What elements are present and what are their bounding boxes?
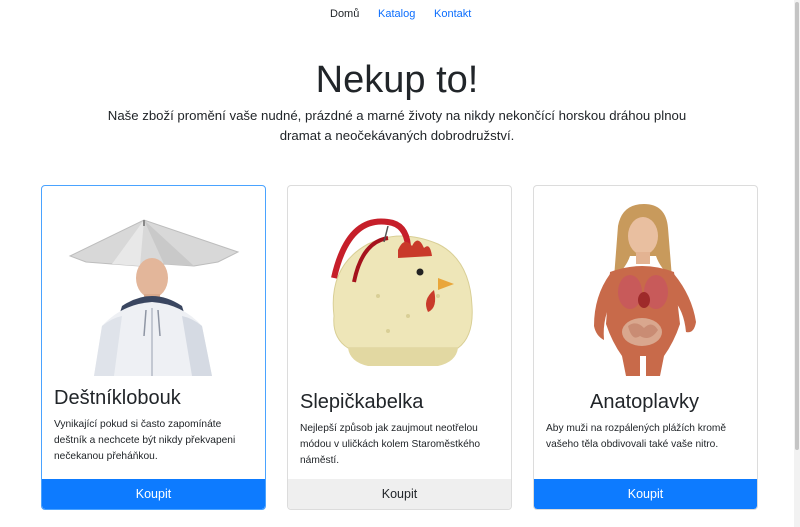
chicken-bag-image — [331, 218, 473, 366]
product-title: Deštníklobouk — [54, 387, 181, 409]
hero-description: Naše zboží promění vaše nudné, prázdné a… — [107, 108, 687, 143]
umbrella-hat-image — [68, 219, 240, 376]
scrollbar-thumb[interactable] — [795, 2, 799, 450]
product-card-anatomy-swimsuit: Anatoplavky Aby muži na rozpálených pláž… — [533, 185, 758, 510]
product-card-umbrella-hat: Deštníklobouk Vynikající pokud si často … — [41, 185, 266, 510]
product-title: Anatoplavky — [590, 391, 699, 413]
buy-button[interactable]: Koupit — [42, 479, 265, 509]
anatomy-swimsuit-image — [594, 204, 696, 376]
nav-item-catalog[interactable]: Katalog — [378, 7, 415, 21]
product-description: Vynikající pokud si často zapomínáte deš… — [54, 419, 236, 462]
product-title: Slepičkabelka — [300, 391, 424, 413]
product-description: Nejlepší způsob jak zaujmout neotřelou m… — [300, 423, 481, 466]
buy-button[interactable]: Koupit — [534, 479, 757, 509]
page-scrollbar[interactable] — [794, 0, 800, 527]
page-title: Nekup to! — [315, 59, 479, 101]
nav-item-contact[interactable]: Kontakt — [434, 7, 471, 21]
nav-item-home[interactable]: Domů — [330, 7, 359, 21]
product-card-chicken-bag: Slepičkabelka Nejlepší způsob jak zaujmo… — [287, 185, 512, 510]
top-nav: Domů Katalog Kontakt — [0, 0, 794, 28]
product-description: Aby muži na rozpálených plážích kromě va… — [546, 423, 727, 450]
buy-button[interactable]: Koupit — [288, 479, 511, 509]
